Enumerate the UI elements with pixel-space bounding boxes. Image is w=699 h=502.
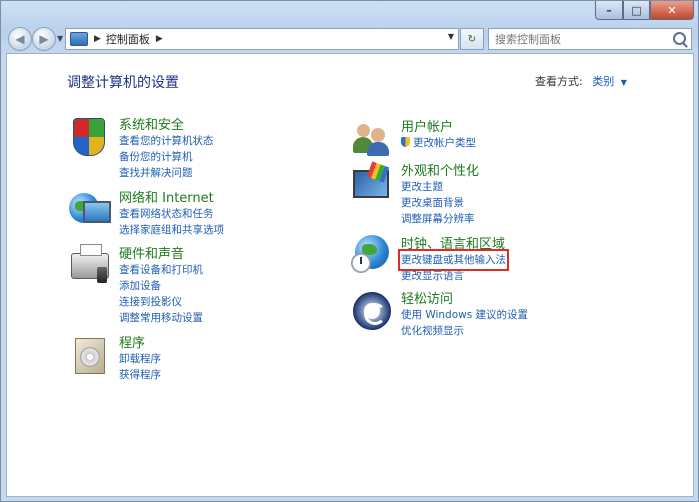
refresh-icon: ↻ <box>467 33 477 45</box>
link-uninstall-program[interactable]: 卸载程序 <box>119 351 161 367</box>
link-view-computer-status[interactable]: 查看您的计算机状态 <box>119 133 214 149</box>
uac-shield-icon <box>401 137 410 147</box>
link-troubleshoot[interactable]: 查找并解决问题 <box>119 165 214 181</box>
link-network-status[interactable]: 查看网络状态和任务 <box>119 206 224 222</box>
printer-icon[interactable] <box>69 244 109 285</box>
link-add-device[interactable]: 添加设备 <box>119 278 203 294</box>
display-icon[interactable] <box>353 170 389 198</box>
chevron-down-icon[interactable]: ▼ <box>621 78 627 87</box>
link-change-keyboard-input[interactable]: 更改键盘或其他输入法 <box>398 249 509 271</box>
link-connect-projector[interactable]: 连接到投影仪 <box>119 294 203 310</box>
minimize-button[interactable]: – <box>595 1 623 20</box>
refresh-button[interactable]: ↻ <box>460 28 484 50</box>
link-adjust-resolution[interactable]: 调整屏幕分辨率 <box>401 211 475 227</box>
breadcrumb-separator-icon[interactable]: ▶ <box>156 34 163 44</box>
link-change-theme[interactable]: 更改主题 <box>401 179 475 195</box>
window-controls: – □ ✕ <box>595 1 694 20</box>
breadcrumb-control-panel[interactable]: 控制面板 <box>106 31 150 47</box>
view-by-dropdown[interactable]: 类别 <box>592 75 614 88</box>
category-title[interactable]: 轻松访问 <box>401 288 453 307</box>
shield-icon[interactable] <box>73 118 105 156</box>
view-by-label: 查看方式: <box>535 75 583 88</box>
category-title[interactable]: 系统和安全 <box>119 114 184 133</box>
link-devices-printers[interactable]: 查看设备和打印机 <box>119 262 203 278</box>
category-title[interactable]: 程序 <box>119 332 145 351</box>
forward-button[interactable]: ▶ <box>32 27 56 51</box>
control-panel-icon <box>70 32 88 46</box>
maximize-button[interactable]: □ <box>623 1 650 20</box>
category-title[interactable]: 网络和 Internet <box>119 187 214 206</box>
address-bar[interactable]: ▶ 控制面板 ▶ ▼ <box>65 28 459 50</box>
category-title[interactable]: 硬件和声音 <box>119 243 184 262</box>
link-windows-recommended-settings[interactable]: 使用 Windows 建议的设置 <box>401 307 528 323</box>
link-homegroup-sharing[interactable]: 选择家庭组和共享选项 <box>119 222 224 238</box>
speaker-icon <box>97 267 107 283</box>
category-title[interactable]: 外观和个性化 <box>401 160 479 179</box>
link-text: 更改帐户类型 <box>413 137 476 149</box>
close-button[interactable]: ✕ <box>650 1 694 20</box>
breadcrumb-separator-icon[interactable]: ▶ <box>94 34 101 44</box>
link-backup-computer[interactable]: 备份您的计算机 <box>119 149 214 165</box>
link-change-desktop-background[interactable]: 更改桌面背景 <box>401 195 475 211</box>
page-title: 调整计算机的设置 <box>67 75 179 91</box>
content-pane: 调整计算机的设置 查看方式: 类别 ▼ 系统和安全 查看您的计算机状态 备份您的… <box>6 53 694 497</box>
back-button[interactable]: ◀ <box>8 27 32 51</box>
recent-pages-dropdown-icon[interactable]: ▼ <box>57 34 63 43</box>
monitor-icon <box>83 201 111 223</box>
clock-globe-icon[interactable] <box>351 235 391 275</box>
clock-icon <box>351 253 371 273</box>
network-icon[interactable] <box>69 189 111 229</box>
link-mobility-settings[interactable]: 调整常用移动设置 <box>119 310 203 326</box>
search-box[interactable] <box>488 28 692 50</box>
forward-arrow-icon: ▶ <box>39 32 49 46</box>
link-optimize-video-display[interactable]: 优化视频显示 <box>401 323 528 339</box>
search-icon[interactable] <box>673 32 686 45</box>
users-icon[interactable] <box>353 122 389 156</box>
view-by: 查看方式: 类别 ▼ <box>535 73 627 89</box>
control-panel-window: – □ ✕ ◀ ▶ ▼ ▶ 控制面板 ▶ ▼ ↻ 调整计算机的设置 查看方式: … <box>0 0 699 502</box>
link-change-display-language[interactable]: 更改显示语言 <box>401 268 506 284</box>
link-get-programs[interactable]: 获得程序 <box>119 367 161 383</box>
accessibility-icon[interactable] <box>353 292 391 330</box>
title-bar: – □ ✕ <box>1 1 698 23</box>
navigation-bar: ◀ ▶ ▼ ▶ 控制面板 ▶ ▼ ↻ <box>1 23 698 53</box>
programs-icon[interactable] <box>75 338 105 374</box>
category-title[interactable]: 时钟、语言和区域 <box>401 233 505 252</box>
back-arrow-icon: ◀ <box>15 32 25 46</box>
search-input[interactable] <box>489 32 665 46</box>
address-dropdown-icon[interactable]: ▼ <box>448 32 454 41</box>
link-change-account-type[interactable]: 更改帐户类型 <box>401 135 476 151</box>
category-title[interactable]: 用户帐户 <box>401 116 453 135</box>
